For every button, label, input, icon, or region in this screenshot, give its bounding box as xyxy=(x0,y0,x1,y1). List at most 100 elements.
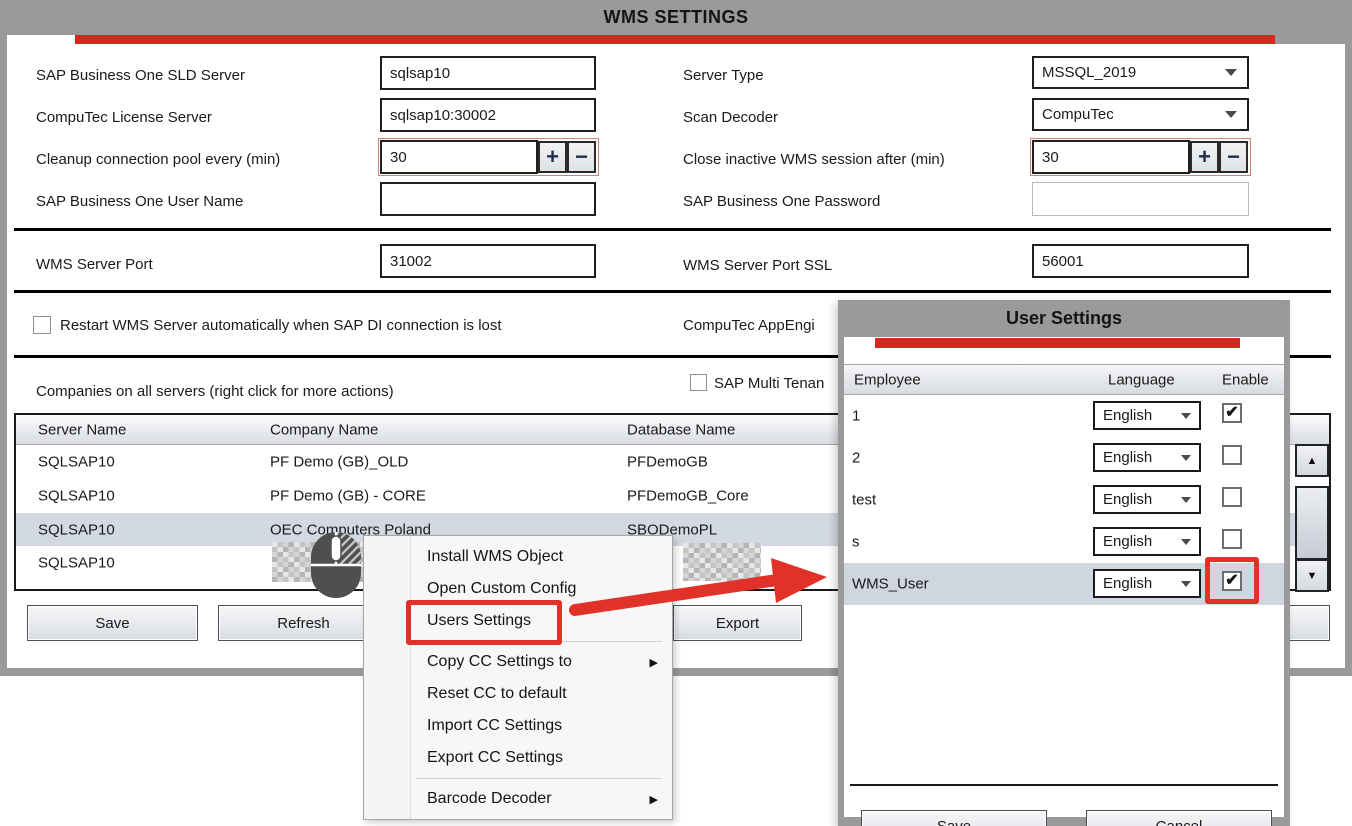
chevron-down-icon xyxy=(1181,539,1191,545)
license-server-input[interactable] xyxy=(380,98,596,132)
check-icon: ✔ xyxy=(1225,573,1238,589)
b1-password-input[interactable] xyxy=(1032,182,1249,216)
wms-port-ssl-label: WMS Server Port SSL xyxy=(683,257,832,274)
menu-item-users-settings[interactable]: Users Settings xyxy=(364,605,672,637)
column-header-database: Database Name xyxy=(627,421,735,438)
language-value: English xyxy=(1103,449,1152,466)
user-row[interactable]: 1 English ✔ xyxy=(844,395,1284,437)
language-dropdown[interactable]: English xyxy=(1093,485,1201,514)
save-button[interactable]: Save xyxy=(27,605,198,641)
dialog-divider xyxy=(850,784,1278,786)
user-row[interactable]: test English xyxy=(844,479,1284,521)
close-session-label: Close inactive WMS session after (min) xyxy=(683,151,945,168)
dialog-save-button[interactable]: Save xyxy=(861,810,1047,826)
column-header-enable: Enable xyxy=(1222,371,1269,388)
multi-tenant-checkbox[interactable] xyxy=(690,374,707,391)
user-settings-dialog: User Settings Employee Language Enable 1… xyxy=(838,300,1290,826)
cell-company: PF Demo (GB) - CORE xyxy=(270,488,426,505)
employee-name: 2 xyxy=(852,450,860,467)
menu-item-label: Barcode Decoder xyxy=(427,790,552,808)
user-row-selected[interactable]: WMS_User English ✔ xyxy=(844,563,1284,605)
b1-username-input[interactable] xyxy=(380,182,596,216)
window-border-right xyxy=(1345,0,1352,676)
server-type-dropdown[interactable]: MSSQL_2019 xyxy=(1032,56,1249,89)
language-dropdown[interactable]: English xyxy=(1093,527,1201,556)
b1-password-label: SAP Business One Password xyxy=(683,193,880,210)
scroll-down-icon: ▼ xyxy=(1307,570,1318,582)
menu-item-label: Copy CC Settings to xyxy=(427,653,572,671)
server-type-label: Server Type xyxy=(683,67,764,84)
submenu-arrow-icon: ▶ xyxy=(650,656,658,669)
restart-server-label: Restart WMS Server automatically when SA… xyxy=(60,317,502,334)
redacted-database-name xyxy=(683,543,761,581)
enable-checkbox-checked[interactable]: ✔ xyxy=(1222,403,1242,423)
menu-separator xyxy=(364,637,672,646)
cleanup-pool-increment-button[interactable]: + xyxy=(538,141,567,173)
scrollbar-down-button[interactable]: ▼ xyxy=(1295,559,1329,592)
menu-item-reset-cc[interactable]: Reset CC to default xyxy=(364,678,672,710)
enable-checkbox[interactable] xyxy=(1222,529,1242,549)
context-menu: Install WMS Object Open Custom Config Us… xyxy=(363,535,673,820)
column-header-server: Server Name xyxy=(38,421,126,438)
appengine-label: CompuTec AppEngi xyxy=(683,317,815,334)
cell-server: SQLSAP10 xyxy=(38,488,115,505)
language-dropdown[interactable]: English xyxy=(1093,443,1201,472)
scan-decoder-label: Scan Decoder xyxy=(683,109,778,126)
section-divider xyxy=(14,228,1331,231)
dialog-cancel-button[interactable]: Cancel xyxy=(1086,810,1272,826)
cell-database: PFDemoGB xyxy=(627,454,708,471)
menu-item-import-cc[interactable]: Import CC Settings xyxy=(364,710,672,742)
scan-decoder-dropdown[interactable]: CompuTec xyxy=(1032,98,1249,131)
user-row[interactable]: s English xyxy=(844,521,1284,563)
companies-label: Companies on all servers (right click fo… xyxy=(36,383,394,400)
language-dropdown[interactable]: English xyxy=(1093,569,1201,598)
chevron-down-icon xyxy=(1181,455,1191,461)
section-divider xyxy=(14,290,1331,293)
employee-name: 1 xyxy=(852,408,860,425)
menu-item-copy-cc-settings[interactable]: Copy CC Settings to ▶ xyxy=(364,646,672,678)
scan-decoder-value: CompuTec xyxy=(1042,106,1114,123)
column-header-employee: Employee xyxy=(854,371,921,388)
scrollbar-thumb[interactable] xyxy=(1295,486,1329,560)
user-settings-body: Employee Language Enable 1 English ✔ 2 E… xyxy=(844,337,1284,817)
menu-item-barcode-decoder[interactable]: Barcode Decoder ▶ xyxy=(364,783,672,815)
close-session-increment-button[interactable]: + xyxy=(1190,141,1219,173)
chevron-down-icon xyxy=(1181,497,1191,503)
language-value: English xyxy=(1103,533,1152,550)
chevron-down-icon xyxy=(1181,413,1191,419)
cell-server: SQLSAP10 xyxy=(38,521,115,538)
cell-server: SQLSAP10 xyxy=(38,454,115,471)
sld-server-input[interactable] xyxy=(380,56,596,90)
license-server-label: CompuTec License Server xyxy=(36,109,212,126)
wms-port-ssl-input[interactable] xyxy=(1032,244,1249,278)
restart-server-checkbox[interactable] xyxy=(33,316,51,334)
export-button[interactable]: Export xyxy=(673,605,802,641)
language-value: English xyxy=(1103,575,1152,592)
cleanup-pool-input[interactable] xyxy=(380,140,538,174)
chevron-down-icon xyxy=(1181,581,1191,587)
language-value: English xyxy=(1103,491,1152,508)
enable-checkbox-checked[interactable]: ✔ xyxy=(1222,571,1242,591)
dialog-accent-bar xyxy=(875,338,1240,348)
close-session-decrement-button[interactable]: − xyxy=(1219,141,1248,173)
cell-database: PFDemoGB_Core xyxy=(627,488,749,505)
menu-item-open-custom-config[interactable]: Open Custom Config xyxy=(364,573,672,605)
user-settings-titlebar: User Settings xyxy=(838,300,1290,337)
user-row[interactable]: 2 English xyxy=(844,437,1284,479)
employee-name: s xyxy=(852,534,860,551)
menu-item-install-wms-object[interactable]: Install WMS Object xyxy=(364,541,672,573)
user-grid-header: Employee Language Enable xyxy=(844,364,1284,395)
enable-checkbox[interactable] xyxy=(1222,487,1242,507)
cleanup-pool-decrement-button[interactable]: − xyxy=(567,141,596,173)
wms-port-input[interactable] xyxy=(380,244,596,278)
menu-item-export-cc[interactable]: Export CC Settings xyxy=(364,742,672,774)
b1-username-label: SAP Business One User Name xyxy=(36,193,243,210)
scrollbar-up-button[interactable]: ▲ xyxy=(1295,444,1329,477)
column-header-company: Company Name xyxy=(270,421,378,438)
column-header-language: Language xyxy=(1108,371,1175,388)
main-titlebar: WMS SETTINGS xyxy=(0,0,1352,35)
employee-name: WMS_User xyxy=(852,576,929,593)
language-dropdown[interactable]: English xyxy=(1093,401,1201,430)
close-session-input[interactable] xyxy=(1032,140,1190,174)
enable-checkbox[interactable] xyxy=(1222,445,1242,465)
